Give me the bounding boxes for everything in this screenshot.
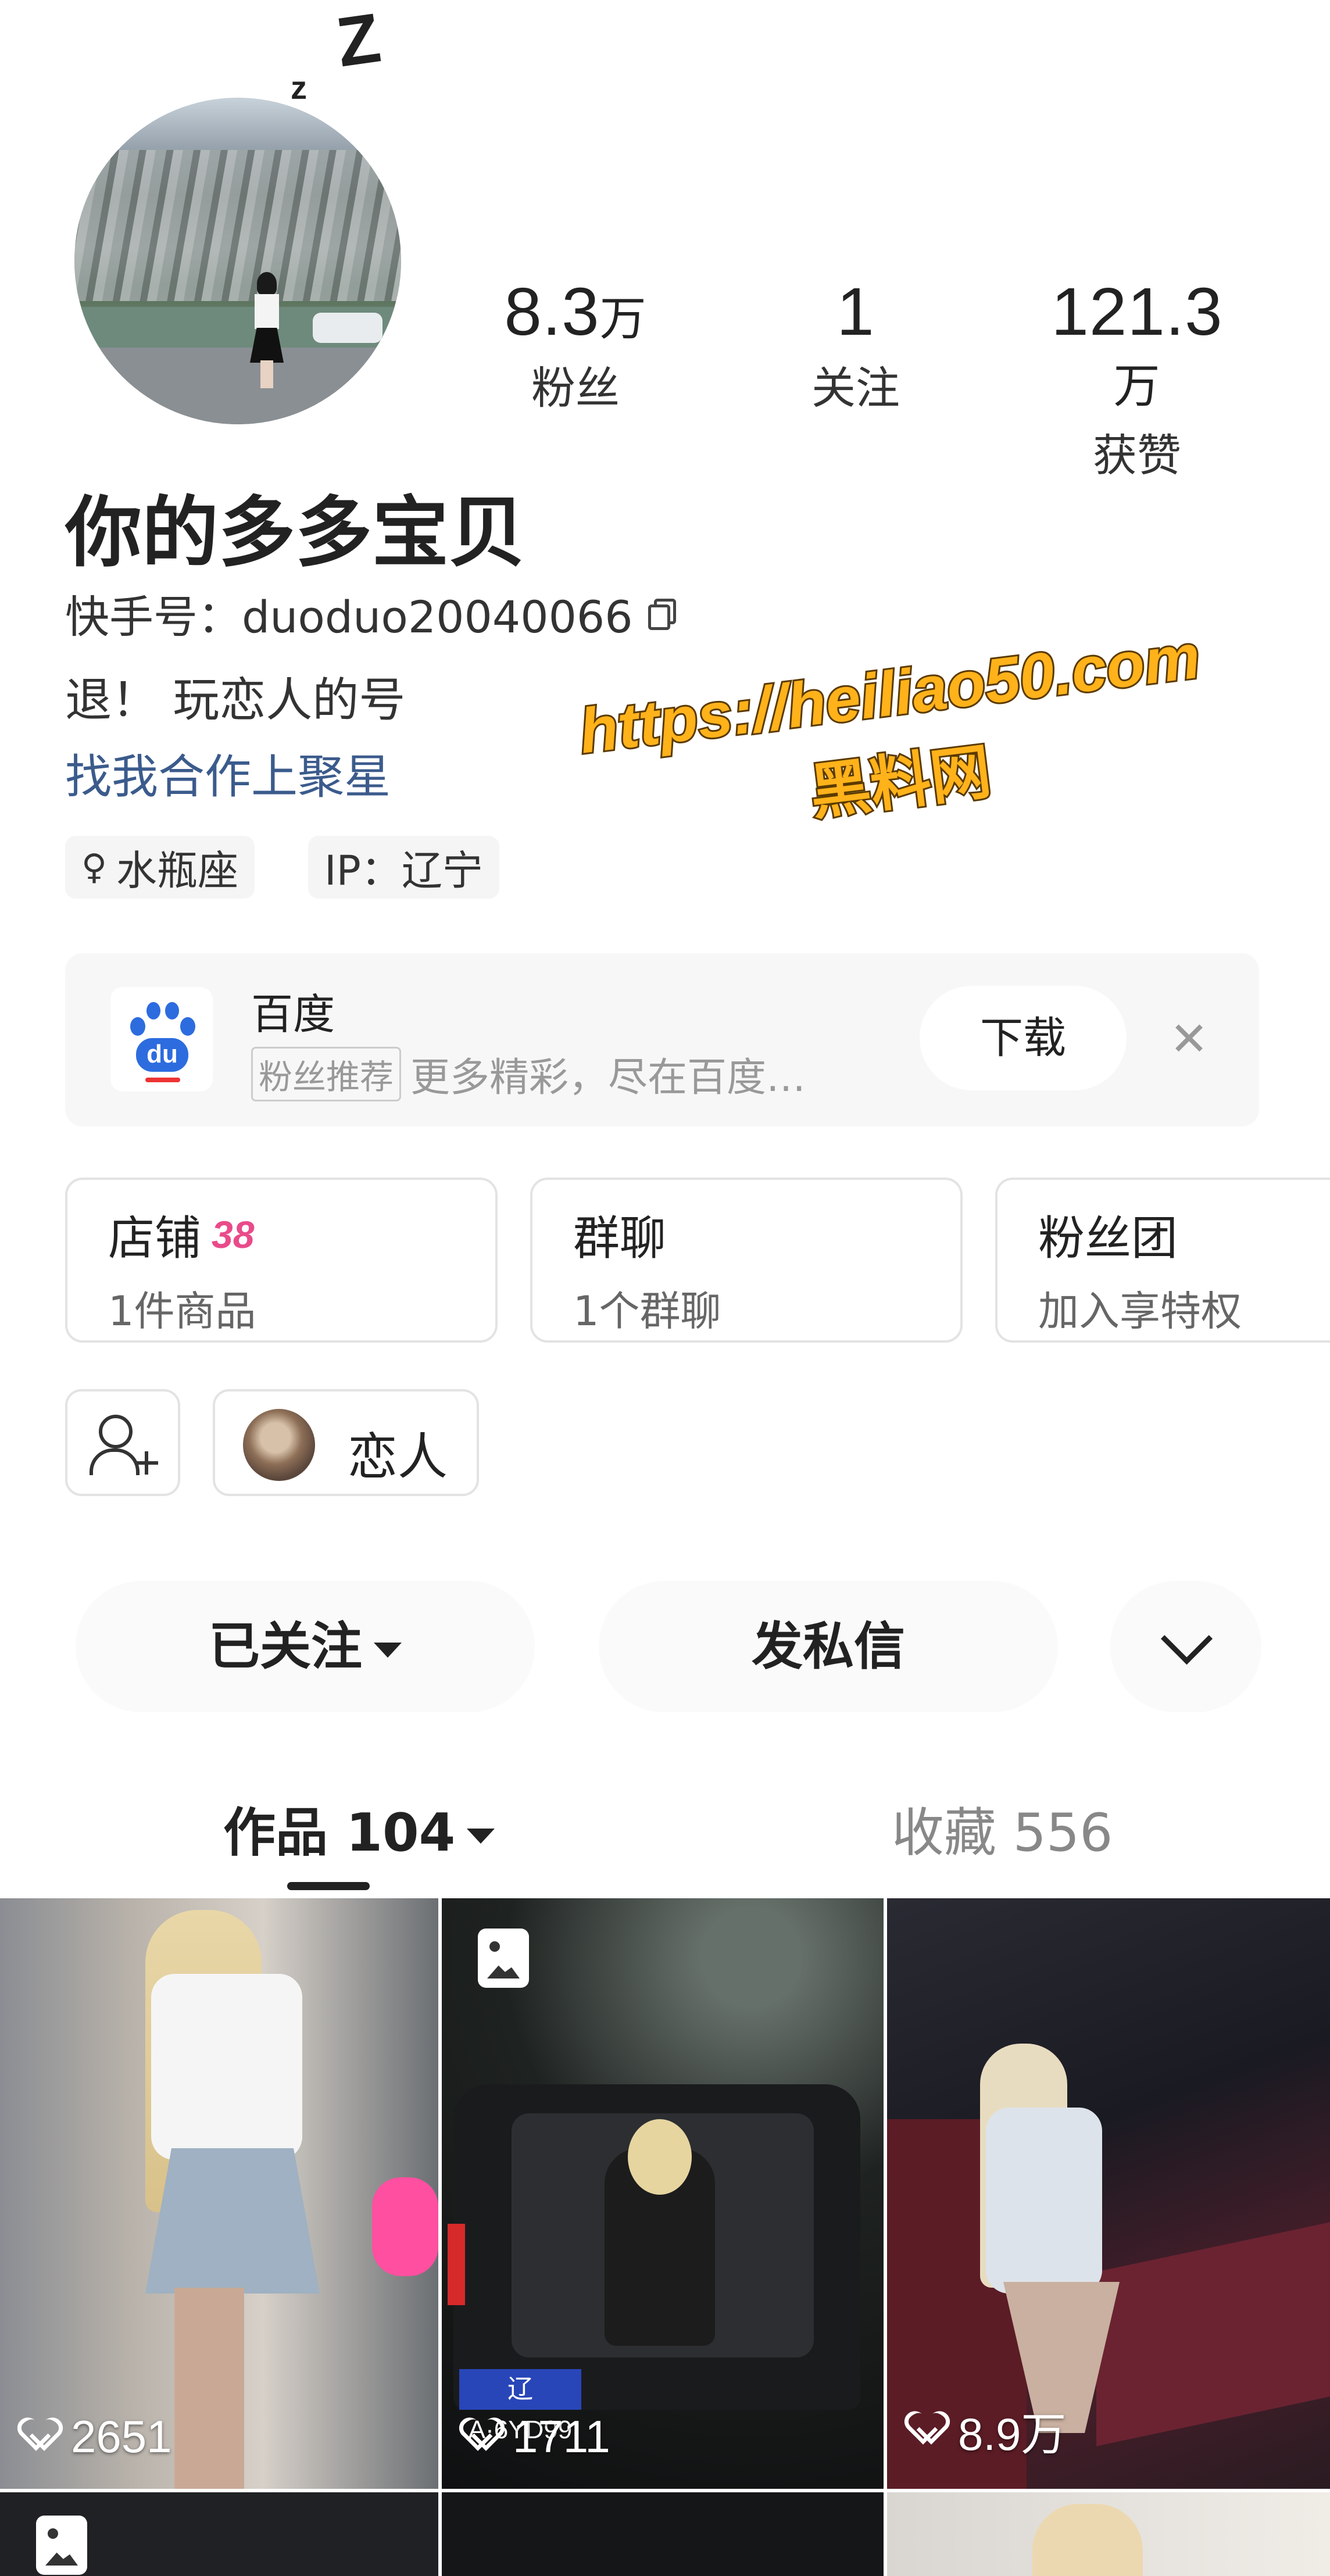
add-friend-button[interactable] [65, 1389, 180, 1496]
baidu-logo-icon: du [110, 987, 213, 1092]
video-thumbnail[interactable] [442, 2492, 884, 2576]
likes-label: 获赞 [1093, 430, 1181, 481]
likes-stat[interactable]: 121.3万 获赞 [1038, 278, 1236, 484]
message-button[interactable]: 发私信 [599, 1581, 1058, 1712]
ad-subtitle: 粉丝推荐 更多精彩，尽在百度… [251, 1045, 806, 1103]
kuaishou-id-row: 快手号：duoduo20040066 [65, 581, 676, 645]
following-stat[interactable]: 1 关注 [757, 278, 954, 416]
video-thumbnail[interactable] [0, 2492, 438, 2576]
download-button[interactable]: 下载 [920, 986, 1127, 1090]
shop-title: 店铺 [108, 1211, 201, 1265]
chevron-down-icon [1160, 1612, 1213, 1665]
followed-button[interactable]: 已关注 [76, 1581, 535, 1712]
like-count-value: 1711 [513, 2411, 610, 2462]
lover-avatar [243, 1409, 315, 1481]
like-count-value: 2651 [71, 2411, 172, 2462]
tab-favorites[interactable]: 收藏 556 [892, 1790, 1113, 1866]
like-count: 1711 [462, 2410, 610, 2463]
copy-icon[interactable] [648, 599, 676, 630]
image-post-icon [478, 1929, 529, 1988]
watermark: https://heiliao50.com 黑料网 [545, 616, 1246, 862]
sale-badge: 38 [212, 1213, 255, 1256]
heart-icon [462, 2418, 502, 2456]
zodiac-tag: ♀ 水瓶座 [65, 836, 255, 899]
tab-underline [287, 1882, 370, 1890]
sleep-z-icon: Z [332, 0, 385, 82]
fan-club-subtitle: 加入享特权 [1038, 1287, 1242, 1335]
fan-club-title: 粉丝团 [1038, 1211, 1178, 1265]
female-icon: ♀ [81, 847, 107, 888]
like-count-value: 8.9万 [958, 2409, 1067, 2460]
tab-works[interactable]: 作品 104 [223, 1790, 495, 1866]
tab-works-label: 作品 104 [223, 1802, 456, 1863]
sleep-z-small-icon: z [291, 69, 307, 106]
likes-unit: 万 [1113, 360, 1161, 412]
dropdown-icon [374, 1643, 402, 1658]
ip-label: IP：辽宁 [324, 846, 483, 895]
caret-down-icon [467, 1829, 495, 1844]
shop-subtitle: 1件商品 [108, 1287, 256, 1335]
video-thumbnail[interactable] [887, 2492, 1330, 2576]
more-button[interactable] [1110, 1581, 1261, 1712]
bio-line: 退！ 玩恋人的号 [65, 673, 406, 727]
lover-label: 恋人 [348, 1428, 448, 1486]
followers-unit: 万 [599, 293, 647, 345]
ad-title: 百度 [251, 990, 335, 1039]
shop-card[interactable]: 店铺 38 1件商品 [65, 1178, 498, 1343]
zodiac-label: 水瓶座 [116, 846, 238, 895]
video-thumbnail[interactable]: 8.9万 [887, 1898, 1330, 2489]
video-thumbnail[interactable]: 2651 [0, 1898, 438, 2489]
ad-banner[interactable]: du 百度 粉丝推荐 更多精彩，尽在百度… 下载 ✕ [65, 953, 1259, 1126]
group-chat-title: 群聊 [573, 1211, 666, 1265]
like-count: 2651 [20, 2410, 172, 2463]
lover-button[interactable]: 恋人 [213, 1389, 479, 1496]
like-count: 8.9万 [907, 2398, 1066, 2463]
followed-label: 已关注 [208, 1616, 362, 1676]
profile-name: 你的多多宝贝 [65, 488, 525, 578]
heart-icon [907, 2412, 948, 2449]
image-post-thumbnail[interactable]: 辽A·6YD99 1711 [442, 1898, 884, 2489]
license-plate: 辽A·6YD99 [459, 2369, 581, 2444]
tab-favorites-label: 收藏 556 [892, 1802, 1113, 1863]
kuaishou-id: 快手号：duoduo20040066 [65, 591, 633, 643]
followers-stat[interactable]: 8.3万 粉丝 [477, 278, 674, 416]
message-label: 发私信 [751, 1616, 905, 1676]
avatar[interactable] [74, 98, 401, 424]
close-icon[interactable]: ✕ [1170, 1016, 1209, 1062]
following-count: 1 [836, 274, 875, 349]
ad-badge: 粉丝推荐 [251, 1046, 402, 1101]
likes-count: 121.3 [1051, 274, 1223, 349]
fan-club-card[interactable]: 粉丝团 加入享特权 [995, 1178, 1330, 1343]
group-chat-card[interactable]: 群聊 1个群聊 [530, 1178, 963, 1343]
followers-count: 8.3 [504, 274, 600, 349]
collab-link[interactable]: 找我合作上聚星 [65, 739, 391, 807]
followers-label: 粉丝 [531, 362, 620, 414]
group-chat-subtitle: 1个群聊 [573, 1287, 721, 1335]
following-label: 关注 [811, 362, 900, 414]
heart-icon [20, 2418, 60, 2456]
ip-tag: IP：辽宁 [308, 836, 499, 899]
image-post-icon [36, 2516, 87, 2575]
ad-description: 更多精彩，尽在百度… [410, 1055, 806, 1101]
